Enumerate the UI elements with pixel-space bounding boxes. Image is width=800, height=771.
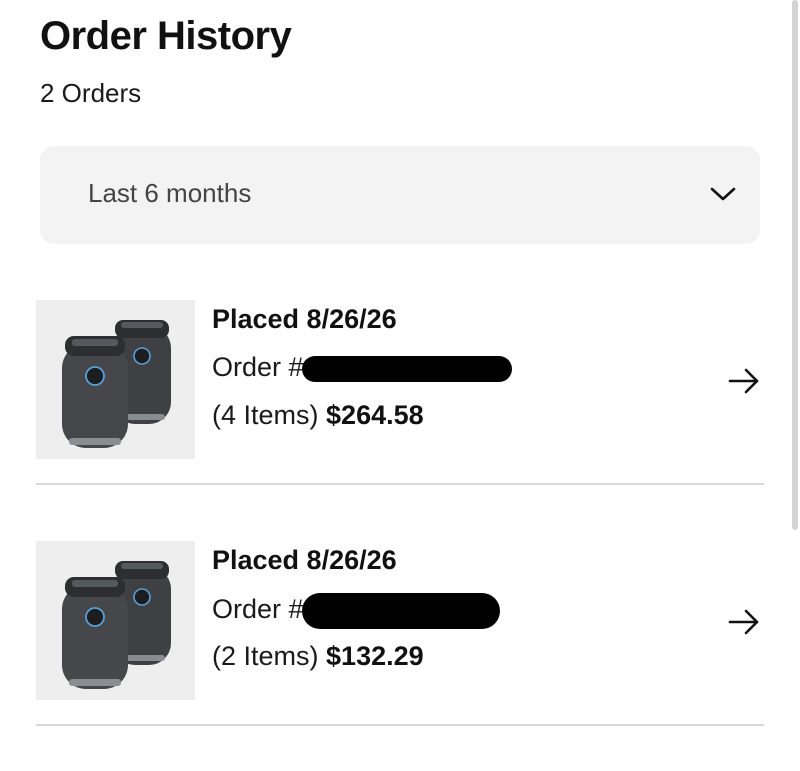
redaction-mark [301, 593, 500, 629]
order-summary: (2 Items) $132.29 [212, 641, 424, 672]
date-range-selected-value: Last 6 months [88, 178, 252, 208]
order-count: 2 Orders [40, 78, 142, 108]
product-thumbnail [36, 541, 195, 700]
product-thumbnail [36, 300, 195, 459]
item-count: (4 Items) [212, 400, 319, 430]
order-placed-date: Placed 8/26/26 [212, 304, 397, 334]
date-range-dropdown[interactable]: Last 6 months [40, 146, 760, 244]
arrow-right-icon[interactable] [728, 368, 760, 394]
order-summary: (4 Items) $264.58 [212, 400, 424, 431]
item-count: (2 Items) [212, 641, 319, 671]
order-number: Order # [212, 593, 500, 629]
order-row[interactable]: Placed 8/26/26 Order # (4 Items) $264.58 [36, 300, 764, 485]
order-total: $264.58 [326, 400, 424, 430]
order-total: $132.29 [326, 641, 424, 671]
order-row[interactable]: Placed 8/26/26 Order # (2 Items) $132.29 [36, 541, 764, 726]
scrollbar[interactable] [792, 0, 798, 530]
air-purifier-image [36, 541, 195, 700]
air-purifier-image [36, 300, 195, 459]
order-placed-date: Placed 8/26/26 [212, 545, 397, 575]
order-number-label: Order # [212, 352, 304, 382]
order-number-label: Order # [212, 594, 304, 625]
redaction-mark [301, 355, 512, 382]
chevron-down-icon [710, 187, 736, 201]
order-number: Order # [212, 352, 512, 383]
page-title: Order History [40, 14, 292, 58]
arrow-right-icon[interactable] [728, 609, 760, 635]
